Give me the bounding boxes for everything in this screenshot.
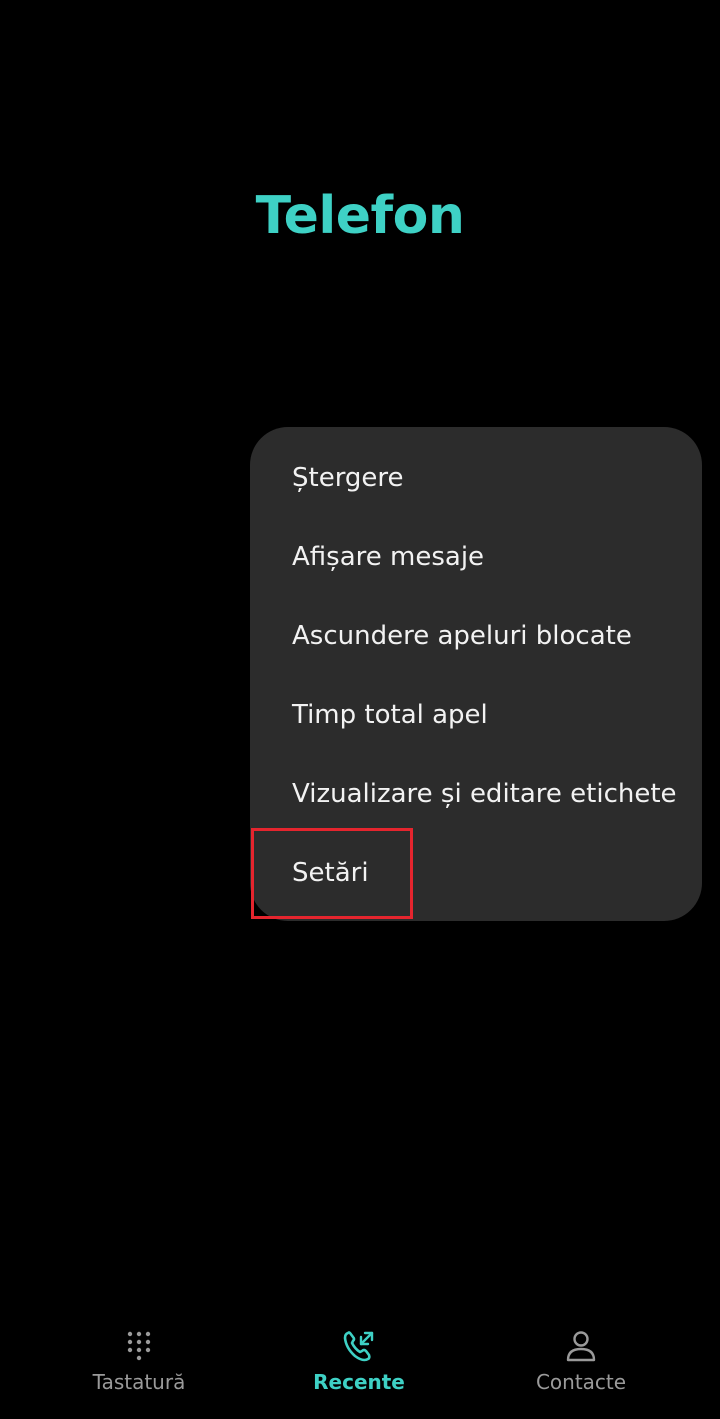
tab-contacts-label: Contacte [535,1370,627,1394]
page-title: Telefon [255,186,465,246]
tab-recents[interactable]: Recente [279,1328,439,1394]
menu-item-hide-blocked-calls[interactable]: Ascundere apeluri blocate [292,596,632,675]
tab-keypad[interactable]: Tastatură [59,1328,219,1394]
bottom-navigation: Tastatură Recente Contacte [0,1310,720,1419]
dialpad-icon [127,1331,151,1361]
tab-recents-label: Recente [313,1370,405,1394]
person-icon [566,1331,596,1362]
tab-contacts[interactable]: Contacte [501,1328,661,1394]
settings-highlight-box [251,828,413,919]
menu-item-delete[interactable]: Ștergere [292,438,404,517]
menu-item-show-messages[interactable]: Afișare mesaje [292,517,484,596]
recent-calls-icon [343,1331,374,1362]
menu-item-view-edit-labels[interactable]: Vizualizare și editare etichete [292,754,677,833]
tab-keypad-label: Tastatură [92,1370,186,1394]
menu-item-total-call-time[interactable]: Timp total apel [292,675,488,754]
